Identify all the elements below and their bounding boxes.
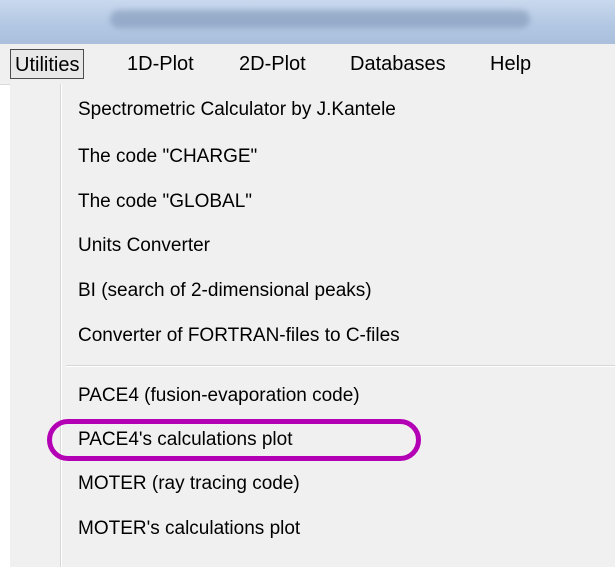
menu-item-code-global[interactable]: The code "GLOBAL" <box>78 187 252 217</box>
menu-bar: Utilities 1D-Plot 2D-Plot Databases Help <box>0 44 615 85</box>
menu-1d-plot[interactable]: 1D-Plot <box>123 49 198 79</box>
menu-item-bi-search[interactable]: BI (search of 2-dimensional peaks) <box>78 276 372 306</box>
menu-databases[interactable]: Databases <box>346 49 450 79</box>
menu-help[interactable]: Help <box>486 49 535 79</box>
menu-item-moter-plot[interactable]: MOTER's calculations plot <box>78 514 300 544</box>
menu-item-fortran-converter[interactable]: Converter of FORTRAN-files to C-files <box>78 321 400 351</box>
menu-item-pace4[interactable]: PACE4 (fusion-evaporation code) <box>78 381 360 411</box>
menu-item-moter[interactable]: MOTER (ray tracing code) <box>78 469 300 499</box>
menu-separator <box>66 365 615 367</box>
window-title-bar[interactable] <box>0 0 615 44</box>
menu-2d-plot[interactable]: 2D-Plot <box>235 49 310 79</box>
menu-item-code-charge[interactable]: The code "CHARGE" <box>78 142 257 172</box>
menu-icon-gutter <box>10 84 60 567</box>
window-title-blurred <box>110 10 530 28</box>
menu-item-spectrometric-calculator[interactable]: Spectrometric Calculator by J.Kantele <box>78 95 396 125</box>
menu-item-units-converter[interactable]: Units Converter <box>78 231 210 261</box>
menu-utilities[interactable]: Utilities <box>10 49 85 79</box>
menu-gutter-divider-highlight <box>61 84 62 567</box>
annotation-highlight-ellipse <box>47 419 421 461</box>
